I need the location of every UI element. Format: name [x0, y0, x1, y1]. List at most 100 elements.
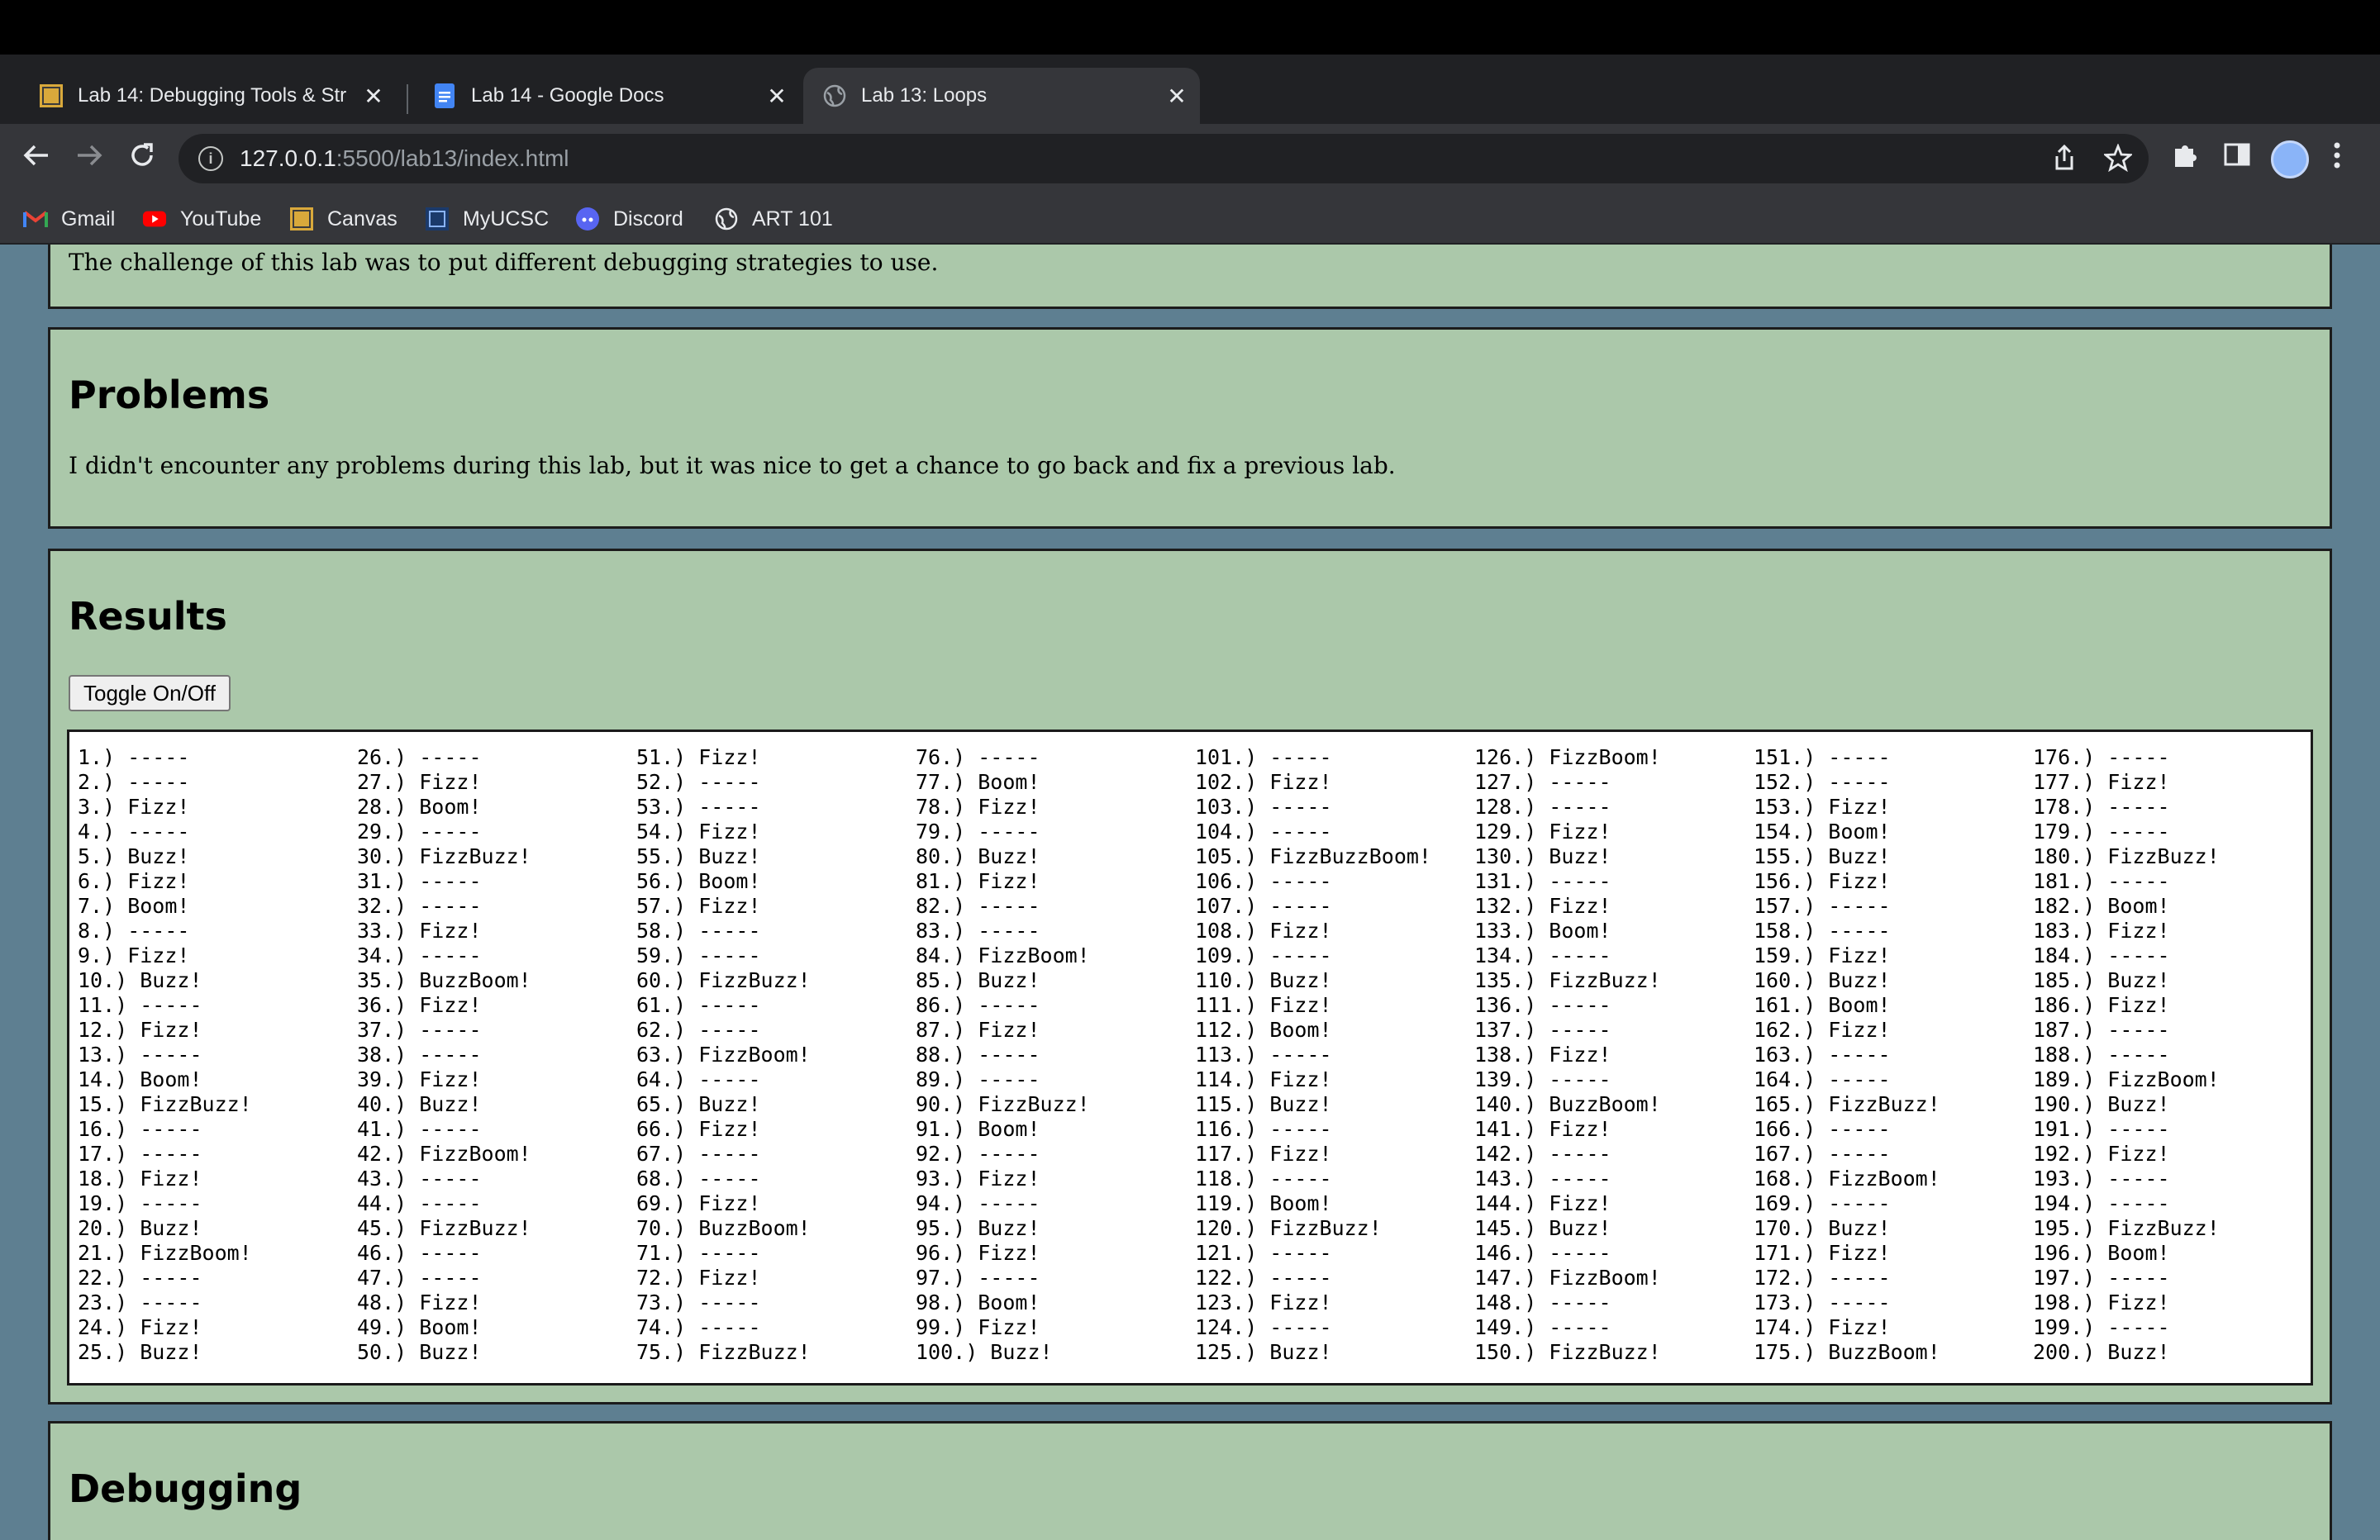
close-tab-icon[interactable]: ✕ — [357, 83, 390, 110]
results-column: 101.) ----- 102.) Fizz! 103.) ----- 104.) -… — [1195, 745, 1431, 1365]
result-line: 61.) ----- — [636, 993, 761, 1017]
results-column: 51.) Fizz! 52.) ----- 53.) ----- 54.) Fizz!… — [636, 745, 811, 1365]
result-line: 140.) BuzzBoom! — [1474, 1092, 1661, 1116]
problems-heading: Problems — [69, 373, 270, 417]
result-line: 135.) FizzBuzz! — [1474, 968, 1661, 992]
close-tab-icon[interactable]: ✕ — [760, 83, 793, 110]
result-line: 193.) ----- — [2033, 1167, 2170, 1191]
result-line: 77.) Boom! — [916, 770, 1040, 794]
result-line: 31.) ----- — [357, 869, 482, 893]
side-panel-icon[interactable] — [2223, 140, 2251, 176]
result-line: 57.) Fizz! — [636, 894, 761, 918]
result-line: 165.) FizzBuzz! — [1754, 1092, 1940, 1116]
result-line: 76.) ----- — [916, 745, 1040, 769]
result-line: 3.) Fizz! — [78, 795, 190, 819]
challenges-section: The challenge of this lab was to put dif… — [48, 245, 2332, 309]
result-line: 1.) ----- — [78, 745, 190, 769]
back-arrow-icon[interactable] — [18, 140, 55, 179]
result-line: 105.) FizzBuzzBoom! — [1195, 844, 1431, 868]
result-line: 9.) Fizz! — [78, 943, 190, 967]
bookmark-gmail[interactable]: Gmail — [23, 203, 115, 235]
result-line: 199.) ----- — [2033, 1315, 2170, 1339]
result-line: 99.) Fizz! — [916, 1315, 1040, 1339]
result-line: 178.) ----- — [2033, 795, 2170, 819]
result-line: 127.) ----- — [1474, 770, 1611, 794]
window-top-bar — [0, 0, 2380, 55]
result-line: 55.) Buzz! — [636, 844, 761, 868]
result-line: 173.) ----- — [1754, 1290, 1891, 1314]
result-line: 49.) Boom! — [357, 1315, 482, 1339]
bookmark-canvas[interactable]: Canvas — [289, 203, 397, 235]
page-viewport: The challenge of this lab was to put dif… — [0, 245, 2380, 1540]
result-line: 2.) ----- — [78, 770, 190, 794]
result-line: 141.) Fizz! — [1474, 1117, 1611, 1141]
result-line: 191.) ----- — [2033, 1117, 2170, 1141]
result-line: 130.) Buzz! — [1474, 844, 1611, 868]
toggle-results-button[interactable]: Toggle On/Off — [69, 675, 231, 711]
result-line: 171.) Fizz! — [1754, 1241, 1891, 1265]
result-line: 159.) Fizz! — [1754, 943, 1891, 967]
result-line: 36.) Fizz! — [357, 993, 482, 1017]
result-line: 198.) Fizz! — [2033, 1290, 2170, 1314]
bookmark-art101[interactable]: ART 101 — [714, 203, 833, 235]
tab-strip: Lab 14: Debugging Tools & Str ✕ Lab 14 -… — [0, 55, 2380, 162]
result-line: 69.) Fizz! — [636, 1191, 761, 1215]
tab-lab14-debugging[interactable]: Lab 14: Debugging Tools & Str ✕ — [20, 68, 397, 124]
result-line: 146.) ----- — [1474, 1241, 1611, 1265]
challenge-text: The challenge of this lab was to put dif… — [69, 249, 939, 276]
result-line: 40.) Buzz! — [357, 1092, 482, 1116]
tab-lab14-google-docs[interactable]: Lab 14 - Google Docs ✕ — [413, 68, 800, 124]
result-line: 195.) FizzBuzz! — [2033, 1216, 2220, 1240]
result-line: 8.) ----- — [78, 919, 190, 943]
result-line: 100.) Buzz! — [916, 1340, 1053, 1364]
close-tab-icon[interactable]: ✕ — [1160, 83, 1193, 110]
result-line: 125.) Buzz! — [1195, 1340, 1332, 1364]
extensions-puzzle-icon[interactable] — [2170, 140, 2200, 178]
result-line: 157.) ----- — [1754, 894, 1891, 918]
result-line: 194.) ----- — [2033, 1191, 2170, 1215]
result-line: 25.) Buzz! — [78, 1340, 202, 1364]
result-line: 52.) ----- — [636, 770, 761, 794]
result-line: 85.) Buzz! — [916, 968, 1040, 992]
result-line: 167.) ----- — [1754, 1142, 1891, 1166]
result-line: 181.) ----- — [2033, 869, 2170, 893]
address-bar[interactable]: i 127.0.0.1:5500/lab13/index.html — [178, 134, 2149, 183]
bookmark-myucsc[interactable]: MyUCSC — [425, 203, 549, 235]
result-line: 58.) ----- — [636, 919, 761, 943]
result-line: 6.) Fizz! — [78, 869, 190, 893]
site-info-icon[interactable]: i — [198, 146, 223, 171]
result-line: 161.) Boom! — [1754, 993, 1891, 1017]
results-column: 151.) ----- 152.) ----- 153.) Fizz! 154.) B… — [1754, 745, 1940, 1365]
result-line: 151.) ----- — [1754, 745, 1891, 769]
forward-arrow-icon[interactable] — [71, 140, 107, 179]
result-line: 28.) Boom! — [357, 795, 482, 819]
result-line: 67.) ----- — [636, 1142, 761, 1166]
result-line: 93.) Fizz! — [916, 1167, 1040, 1191]
result-line: 197.) ----- — [2033, 1266, 2170, 1290]
bookmark-youtube[interactable]: YouTube — [142, 203, 261, 235]
result-line: 30.) FizzBuzz! — [357, 844, 531, 868]
share-icon[interactable] — [2053, 144, 2076, 178]
result-line: 54.) Fizz! — [636, 820, 761, 844]
result-line: 148.) ----- — [1474, 1290, 1611, 1314]
result-line: 103.) ----- — [1195, 795, 1332, 819]
result-line: 104.) ----- — [1195, 820, 1332, 844]
bookmark-discord[interactable]: Discord — [575, 203, 683, 235]
problems-section: Problems I didn't encounter any problems… — [48, 327, 2332, 529]
profile-avatar[interactable] — [2271, 140, 2309, 178]
result-line: 4.) ----- — [78, 820, 190, 844]
result-line: 88.) ----- — [916, 1043, 1040, 1067]
more-menu-icon[interactable] — [2332, 140, 2342, 178]
bookmarks-bar: Gmail YouTube Canvas MyUCSC Discord ART … — [0, 193, 2380, 245]
result-line: 14.) Boom! — [78, 1067, 202, 1091]
result-line: 42.) FizzBoom! — [357, 1142, 531, 1166]
result-line: 158.) ----- — [1754, 919, 1891, 943]
debugging-heading: Debugging — [69, 1466, 302, 1511]
result-line: 64.) ----- — [636, 1067, 761, 1091]
tab-lab13-loops[interactable]: Lab 13: Loops ✕ — [803, 68, 1200, 124]
result-line: 21.) FizzBoom! — [78, 1241, 252, 1265]
result-line: 29.) ----- — [357, 820, 482, 844]
bookmark-star-icon[interactable] — [2102, 143, 2134, 178]
reload-icon[interactable] — [124, 140, 160, 179]
result-line: 12.) Fizz! — [78, 1018, 202, 1042]
